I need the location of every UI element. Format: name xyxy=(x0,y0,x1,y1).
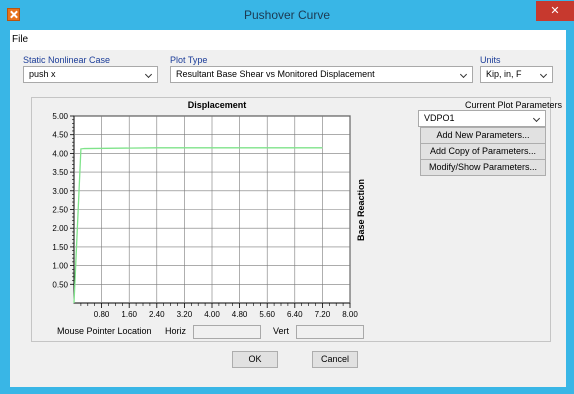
add-copy-parameters-button[interactable]: Add Copy of Parameters... xyxy=(420,143,546,160)
window-border-bottom xyxy=(0,387,574,394)
horiz-field xyxy=(193,325,261,339)
case-select[interactable]: push x xyxy=(23,66,158,83)
plot-parameters-label: Current Plot Parameters xyxy=(465,100,563,110)
chart-title: Displacement xyxy=(188,100,247,110)
plot-parameters-select-value: VDPO1 xyxy=(424,113,455,123)
y-tick-label: 1.00 xyxy=(52,262,68,271)
pushover-chart[interactable]: Displacement Base Reaction 0.50 1.00 1.50 2… xyxy=(32,98,372,323)
add-new-parameters-button[interactable]: Add New Parameters... xyxy=(420,127,546,144)
title-bar: Pushover Curve ✕ xyxy=(0,0,574,30)
plot-type-select[interactable]: Resultant Base Shear vs Monitored Displa… xyxy=(170,66,473,83)
horiz-label: Horiz xyxy=(165,326,187,336)
window-title: Pushover Curve xyxy=(243,8,331,22)
vert-label: Vert xyxy=(273,326,290,336)
chevron-down-icon xyxy=(144,70,153,79)
x-tick-label: 8.00 xyxy=(342,310,358,319)
case-label: Static Nonlinear Case xyxy=(23,55,111,65)
x-tick-label: 4.00 xyxy=(204,310,220,319)
y-tick-label: 2.50 xyxy=(52,206,68,215)
y-tick-label: 0.50 xyxy=(52,280,68,289)
menu-bar: File xyxy=(10,31,566,49)
plot-type-select-value: Resultant Base Shear vs Monitored Displa… xyxy=(176,69,375,79)
chart-y-axis-label: Base Reaction xyxy=(356,179,366,241)
chevron-down-icon xyxy=(539,70,548,79)
y-tick-label: 5.00 xyxy=(52,112,68,121)
y-tick-label: 3.00 xyxy=(52,187,68,196)
modify-show-parameters-button[interactable]: Modify/Show Parameters... xyxy=(420,159,546,176)
x-tick-label: 7.20 xyxy=(315,310,331,319)
units-select[interactable]: Kip, in, F xyxy=(480,66,553,83)
close-button[interactable]: ✕ xyxy=(536,1,574,21)
plot-type-label: Plot Type xyxy=(170,55,208,65)
x-tick-label: 6.40 xyxy=(287,310,303,319)
mouse-pointer-location-label: Mouse Pointer Location xyxy=(57,326,152,336)
plot-parameters-select[interactable]: VDPO1 xyxy=(418,110,546,127)
units-select-value: Kip, in, F xyxy=(486,69,522,79)
window-border-right xyxy=(566,30,574,394)
x-tick-label: 0.80 xyxy=(94,310,110,319)
dialog-body: Static Nonlinear Case push x Plot Type R… xyxy=(10,50,566,387)
ok-button[interactable]: OK xyxy=(232,351,278,368)
menu-file[interactable]: File xyxy=(12,34,28,45)
units-label: Units xyxy=(480,55,501,65)
y-tick-label: 4.00 xyxy=(52,149,68,158)
y-tick-label: 1.50 xyxy=(52,243,68,252)
y-tick-label: 4.50 xyxy=(52,131,68,140)
y-tick-label: 2.00 xyxy=(52,224,68,233)
chevron-down-icon xyxy=(532,114,541,123)
y-tick-label: 3.50 xyxy=(52,168,68,177)
x-tick-label: 4.80 xyxy=(232,310,248,319)
vert-field xyxy=(296,325,364,339)
x-tick-label: 1.60 xyxy=(121,310,137,319)
case-select-value: push x xyxy=(29,69,56,79)
window-border-left xyxy=(0,30,10,394)
x-tick-label: 2.40 xyxy=(149,310,165,319)
x-tick-label: 3.20 xyxy=(177,310,193,319)
chevron-down-icon xyxy=(459,70,468,79)
cancel-button[interactable]: Cancel xyxy=(312,351,358,368)
x-tick-label: 5.60 xyxy=(259,310,275,319)
